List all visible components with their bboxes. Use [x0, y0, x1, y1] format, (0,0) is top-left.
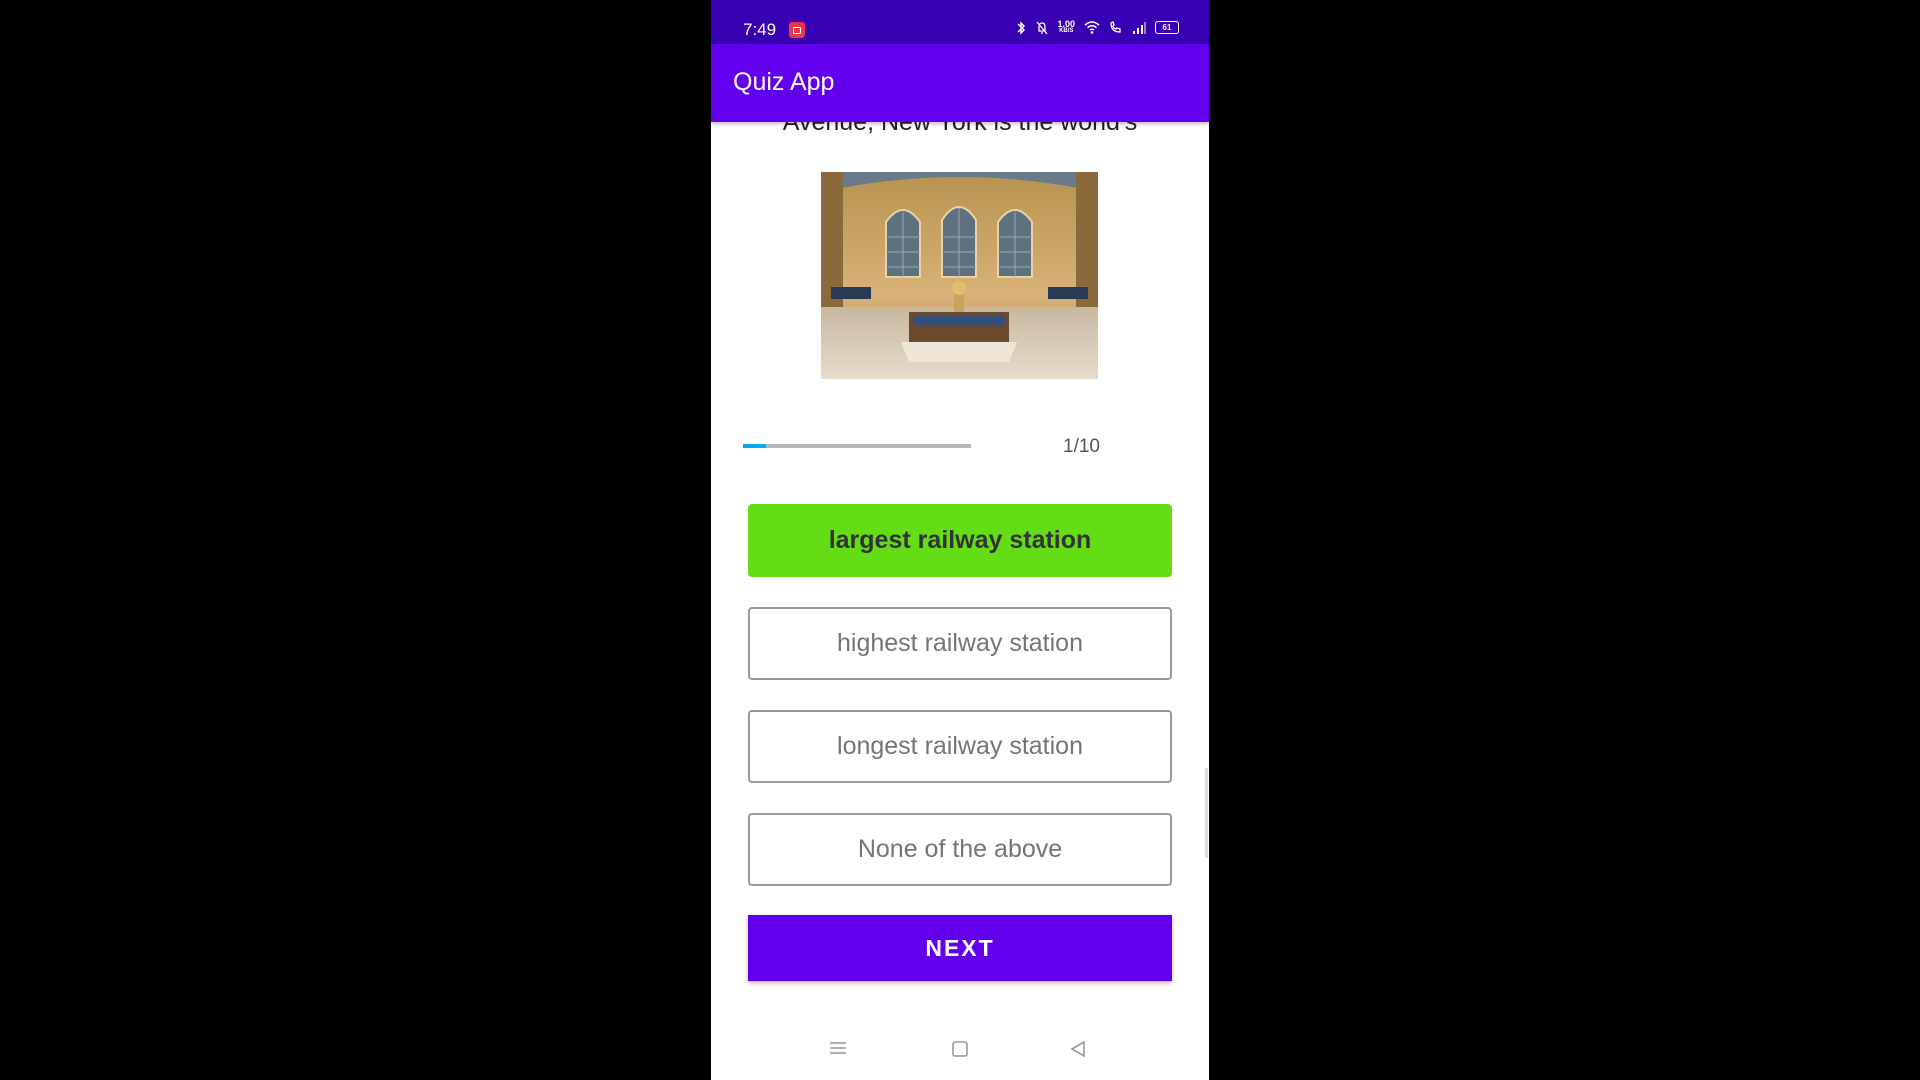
question-image [821, 172, 1098, 379]
wifi-call-icon [1109, 21, 1123, 34]
back-icon[interactable] [1069, 1040, 1087, 1063]
progress-label: 1/10 [1063, 436, 1100, 457]
option-3[interactable]: longest railway station [748, 710, 1172, 783]
bluetooth-icon [1015, 20, 1027, 35]
scroll-indicator [1205, 768, 1208, 858]
data-rate-value: 1.00 [1057, 19, 1075, 29]
data-rate-unit: KB/S [1059, 28, 1074, 34]
menu-icon[interactable] [829, 1040, 847, 1061]
screen-record-icon [789, 22, 805, 38]
app-bar: Quiz App [711, 44, 1209, 122]
status-bar: 7:49 1.00 KB/S 61 [711, 0, 1209, 44]
navigation-bar [711, 1030, 1209, 1066]
app-title: Quiz App [733, 68, 835, 96]
data-rate: 1.00 KB/S [1057, 20, 1075, 35]
bell-off-icon [1036, 21, 1048, 35]
next-button[interactable]: NEXT [748, 915, 1172, 981]
battery-icon: 61 [1155, 21, 1179, 34]
status-icons: 1.00 KB/S 61 [1015, 20, 1179, 35]
option-4[interactable]: None of the above [748, 813, 1172, 886]
progress-bar [743, 444, 971, 448]
phone-screen: 7:49 1.00 KB/S 61 Quiz App Avenue, New Y… [711, 0, 1209, 1080]
option-1[interactable]: largest railway station [748, 504, 1172, 577]
home-icon[interactable] [951, 1040, 969, 1063]
option-2[interactable]: highest railway station [748, 607, 1172, 680]
signal-icon [1132, 21, 1146, 34]
progress-fill [743, 444, 766, 448]
wifi-icon [1084, 21, 1100, 34]
status-time: 7:49 [743, 20, 777, 39]
